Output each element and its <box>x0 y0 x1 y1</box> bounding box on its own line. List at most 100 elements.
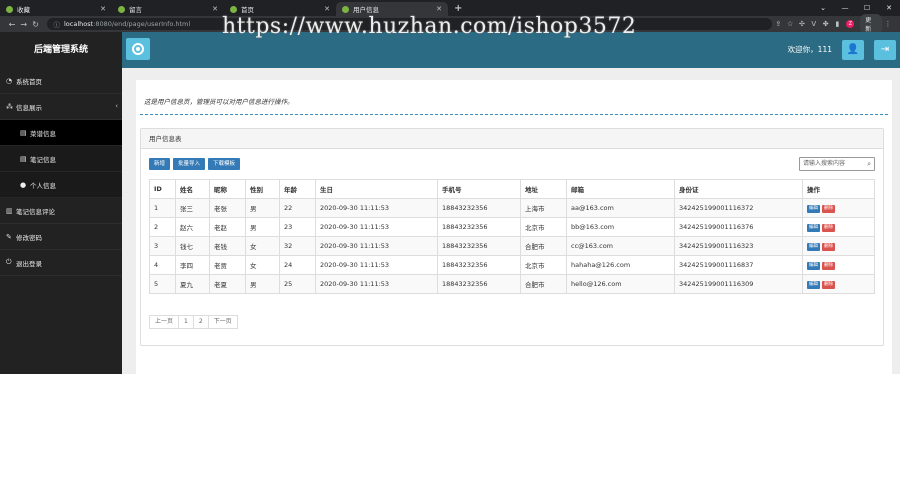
delete-button[interactable]: 删除 <box>822 281 835 289</box>
cell-id-card: 342425199001116837 <box>674 255 803 275</box>
extension-icon[interactable]: ✣ <box>796 20 808 28</box>
search-placeholder: 请输入搜索内容 <box>803 160 846 167</box>
cell-id-card: 342425199001116376 <box>674 217 803 237</box>
cell-id: 4 <box>149 255 176 275</box>
sitemap-icon: ⁂ <box>6 102 13 111</box>
reload-icon[interactable]: ↻ <box>30 20 42 29</box>
delete-button[interactable]: 删除 <box>822 224 835 232</box>
browser-tab[interactable]: 收藏 ✕ <box>0 2 112 16</box>
cell-actions: 编辑 删除 <box>802 274 875 294</box>
cell-email: bb@163.com <box>566 217 675 237</box>
column-header[interactable]: ID <box>149 179 176 199</box>
user-table: ID 姓名 昵称 性别 年龄 生日 手机号 地址 邮箱 身份证 操作 1 张三 … <box>149 179 875 294</box>
maximize-icon[interactable]: ☐ <box>856 4 878 12</box>
vue-devtools-icon[interactable]: V <box>808 20 820 28</box>
back-icon[interactable]: ← <box>6 20 18 29</box>
sign-out-icon: ⇥ <box>880 44 890 55</box>
add-button[interactable]: 新增 <box>149 158 171 170</box>
browser-menu-icon[interactable]: ⋮ <box>882 20 894 28</box>
sidebar-item-logout[interactable]: ⏻ 退出登录 <box>0 250 122 276</box>
user-table-panel: 用户信息表 新增 批量导入 下载模板 请输入搜索内容 ⌕ ID 姓名 昵称 性别… <box>140 128 884 346</box>
cell-phone: 18843232356 <box>437 198 521 218</box>
bookmark-star-icon[interactable]: ☆ <box>784 20 796 28</box>
cell-address: 上海市 <box>520 198 567 218</box>
sidebar-item-home[interactable]: ◔ 系统首页 <box>0 68 122 94</box>
cell-email: hello@126.com <box>566 274 675 294</box>
column-header[interactable]: 姓名 <box>175 179 210 199</box>
cell-gender: 男 <box>245 217 280 237</box>
close-tab-icon[interactable]: ✕ <box>324 5 330 13</box>
browser-update-button[interactable]: 更新 <box>860 14 883 34</box>
logout-button[interactable]: ⇥ <box>874 40 896 60</box>
page-container: 这是用户信息页，管理员可以对用户信息进行操作。 用户信息表 新增 批量导入 下载… <box>136 80 892 374</box>
delete-button[interactable]: 删除 <box>822 205 835 213</box>
cell-birthday: 2020-09-30 11:11:53 <box>315 236 438 256</box>
sidebar-item-note-comments[interactable]: ▥ 笔记信息评论 <box>0 198 122 224</box>
table-icon: ▤ <box>20 154 27 163</box>
sidebar: ◔ 系统首页 ⁂ 信息展示 ‹ ▤ 菜谱信息 ▤ 笔记信息 ● 个人信息 ▥ 笔… <box>0 68 122 374</box>
close-tab-icon[interactable]: ✕ <box>436 5 442 13</box>
column-header[interactable]: 地址 <box>520 179 567 199</box>
page-number-button[interactable]: 2 <box>192 315 209 329</box>
search-icon[interactable]: ⌕ <box>867 158 871 170</box>
edit-button[interactable]: 编辑 <box>807 262 820 270</box>
sidebar-item-personal-info[interactable]: ● 个人信息 <box>0 172 122 198</box>
book-icon: ▥ <box>6 206 13 215</box>
cell-birthday: 2020-09-30 11:11:53 <box>315 217 438 237</box>
cell-actions: 编辑 删除 <box>802 236 875 256</box>
info-icon[interactable]: ⓘ <box>53 19 60 29</box>
search-input[interactable]: 请输入搜索内容 ⌕ <box>799 157 875 171</box>
sidebar-item-recipe-info[interactable]: ▤ 菜谱信息 <box>0 120 122 146</box>
column-header[interactable]: 身份证 <box>674 179 803 199</box>
share-icon[interactable]: ⇪ <box>772 20 784 28</box>
sidebar-item-label: 退出登录 <box>16 259 42 268</box>
delete-button[interactable]: 删除 <box>822 243 835 251</box>
close-window-icon[interactable]: ✕ <box>878 4 900 12</box>
column-header[interactable]: 邮箱 <box>566 179 675 199</box>
profile-avatar[interactable]: Z <box>846 20 855 28</box>
sidebar-item-info-display[interactable]: ⁂ 信息展示 ‹ <box>0 94 122 120</box>
edit-button[interactable]: 编辑 <box>807 205 820 213</box>
window-controls: ⌄ — ☐ ✕ <box>812 0 900 16</box>
column-header: 操作 <box>802 179 875 199</box>
page-favicon-icon <box>230 5 237 13</box>
browser-tab[interactable]: 留言 ✕ <box>112 2 224 16</box>
menu-toggle-button[interactable] <box>126 38 150 60</box>
page-intro: 这是用户信息页，管理员可以对用户信息进行操作。 <box>144 98 294 106</box>
cell-gender: 男 <box>245 274 280 294</box>
edit-icon: ✎ <box>6 232 12 241</box>
user-profile-button[interactable]: 👤 <box>842 40 864 60</box>
delete-button[interactable]: 删除 <box>822 262 835 270</box>
column-header[interactable]: 性别 <box>245 179 280 199</box>
cell-address: 北京市 <box>520 255 567 275</box>
url-path: :8080/end/page/userInfo.html <box>93 20 191 28</box>
puzzle-icon[interactable]: ✤ <box>820 20 832 28</box>
tab-search-icon[interactable]: ⌄ <box>812 4 834 12</box>
download-template-button[interactable]: 下载模板 <box>208 158 241 170</box>
minimize-icon[interactable]: — <box>834 4 856 12</box>
edit-button[interactable]: 编辑 <box>807 224 820 232</box>
next-page-button[interactable]: 下一页 <box>207 315 238 329</box>
close-tab-icon[interactable]: ✕ <box>100 5 106 13</box>
sidebar-item-note-info[interactable]: ▤ 笔记信息 <box>0 146 122 172</box>
edit-button[interactable]: 编辑 <box>807 243 820 251</box>
cell-id: 1 <box>149 198 176 218</box>
batch-import-button[interactable]: 批量导入 <box>173 158 206 170</box>
page-number-button[interactable]: 1 <box>178 315 194 329</box>
column-header[interactable]: 生日 <box>315 179 438 199</box>
sidebar-icon[interactable]: ▮ <box>832 20 844 28</box>
column-header[interactable]: 年龄 <box>279 179 316 199</box>
cell-gender: 女 <box>245 236 280 256</box>
column-header[interactable]: 昵称 <box>209 179 246 199</box>
column-header[interactable]: 手机号 <box>437 179 521 199</box>
close-tab-icon[interactable]: ✕ <box>212 5 218 13</box>
cell-email: hahaha@126.com <box>566 255 675 275</box>
cell-phone: 18843232356 <box>437 217 521 237</box>
forward-icon[interactable]: → <box>18 20 30 29</box>
sidebar-item-change-password[interactable]: ✎ 修改密码 <box>0 224 122 250</box>
cell-age: 22 <box>279 198 316 218</box>
edit-button[interactable]: 编辑 <box>807 281 820 289</box>
prev-page-button[interactable]: 上一页 <box>149 315 180 329</box>
sidebar-item-label: 信息展示 <box>16 103 42 112</box>
user-icon: ● <box>20 180 27 189</box>
